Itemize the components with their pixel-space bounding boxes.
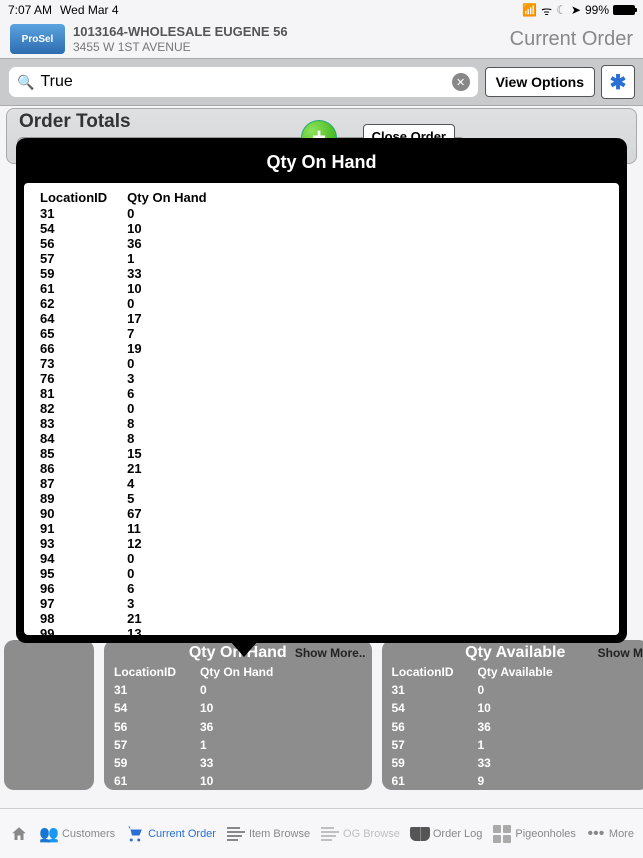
app-logo: ProSel bbox=[10, 24, 65, 54]
table-row: 816 bbox=[40, 387, 225, 400]
table-row: 9312 bbox=[40, 537, 225, 550]
table-row: 5933 bbox=[114, 755, 295, 771]
table-row: 6110 bbox=[40, 282, 225, 295]
table-row: 6110 bbox=[114, 773, 295, 789]
table-row: 848 bbox=[40, 432, 225, 445]
table-row: 730 bbox=[40, 357, 225, 370]
table-row: 5933 bbox=[392, 755, 575, 771]
table-row: 571 bbox=[114, 737, 295, 753]
star-button[interactable]: ✱ bbox=[601, 65, 635, 99]
more-icon: ••• bbox=[586, 825, 606, 843]
table-row: 5410 bbox=[40, 222, 225, 235]
tab-pigeonholes[interactable]: Pigeonholes bbox=[492, 825, 576, 843]
table-row: 310 bbox=[40, 207, 225, 220]
card-qty-on-hand[interactable]: Qty On Hand Show More.. LocationID Qty O… bbox=[104, 640, 372, 790]
search-icon: 🔍 bbox=[17, 74, 34, 91]
tab-item-browse[interactable]: Item Browse bbox=[226, 825, 310, 843]
status-bar: 7:07 AM Wed Mar 4 📶 ᯤ ☾ ➤ 99% bbox=[0, 0, 643, 20]
table-row: 874 bbox=[40, 477, 225, 490]
popover-arrow-icon bbox=[230, 641, 258, 657]
table-row: 9821 bbox=[40, 612, 225, 625]
tab-more[interactable]: •••More bbox=[586, 825, 634, 843]
qty-on-hand-modal: Qty On Hand LocationID Qty On Hand 310 54… bbox=[16, 138, 627, 643]
tab-bar: 👥Customers Current Order Item Browse OG … bbox=[0, 808, 643, 858]
table-row: 571 bbox=[392, 737, 575, 753]
table-row: 571 bbox=[40, 252, 225, 265]
table-row: 5933 bbox=[40, 267, 225, 280]
view-options-button[interactable]: View Options bbox=[485, 67, 595, 97]
order-totals-title: Order Totals bbox=[19, 111, 131, 133]
table-row: 620 bbox=[40, 297, 225, 310]
modal-body[interactable]: LocationID Qty On Hand 310 5410 5636 571 593… bbox=[24, 183, 619, 635]
table-row: 820 bbox=[40, 402, 225, 415]
table-row: 5636 bbox=[392, 719, 575, 735]
table-row: 5410 bbox=[114, 700, 295, 716]
tab-home[interactable] bbox=[9, 825, 29, 843]
table-row: 9111 bbox=[40, 522, 225, 535]
table-row: 8621 bbox=[40, 462, 225, 475]
table-row: 838 bbox=[40, 417, 225, 430]
table-row: 895 bbox=[40, 492, 225, 505]
col-location: LocationID bbox=[40, 191, 125, 205]
table-row: 940 bbox=[40, 552, 225, 565]
wifi-icon: ᯤ bbox=[541, 2, 552, 19]
signal-icon: 📶 bbox=[522, 3, 537, 17]
mini-card-left[interactable] bbox=[4, 640, 94, 790]
table-row: 6619 bbox=[40, 342, 225, 355]
customer-line1: 1013164-WHOLESALE EUGENE 56 bbox=[73, 24, 502, 40]
table-row: 9067 bbox=[40, 507, 225, 520]
table-row: 657 bbox=[40, 327, 225, 340]
table-row: 9913 bbox=[40, 627, 225, 635]
qty-table: LocationID Qty On Hand 310 5410 5636 571 593… bbox=[38, 189, 227, 635]
col-qty: Qty On Hand bbox=[127, 191, 224, 205]
battery-pct: 99% bbox=[585, 3, 609, 17]
tab-customers[interactable]: 👥Customers bbox=[39, 825, 115, 843]
table-row: 5410 bbox=[392, 700, 575, 716]
table-row: 310 bbox=[392, 682, 575, 698]
table-row: 950 bbox=[40, 567, 225, 580]
status-date: Wed Mar 4 bbox=[60, 3, 118, 17]
page-title: Current Order bbox=[510, 28, 633, 51]
show-more-onhand[interactable]: Show More.. bbox=[295, 646, 366, 660]
grid-icon bbox=[492, 825, 512, 843]
table-row: 6417 bbox=[40, 312, 225, 325]
table-row: 5636 bbox=[114, 719, 295, 735]
tab-order-log[interactable]: Order Log bbox=[410, 825, 483, 843]
customer-line2: 3455 W 1ST AVENUE bbox=[73, 40, 502, 54]
tab-current-order[interactable]: Current Order bbox=[125, 825, 216, 843]
table-row: 619 bbox=[392, 773, 575, 789]
table-row: 5636 bbox=[40, 237, 225, 250]
book-icon bbox=[410, 825, 430, 843]
moon-icon: ☾ bbox=[556, 3, 567, 17]
search-box[interactable]: 🔍 ✕ bbox=[8, 66, 479, 98]
clear-icon[interactable]: ✕ bbox=[452, 73, 470, 91]
tab-og-browse[interactable]: OG Browse bbox=[320, 825, 400, 843]
table-row: 8515 bbox=[40, 447, 225, 460]
list-icon bbox=[226, 825, 246, 843]
modal-title: Qty On Hand bbox=[24, 146, 619, 183]
location-icon: ➤ bbox=[571, 3, 581, 17]
bottom-cards: Qty On Hand Show More.. LocationID Qty O… bbox=[0, 640, 643, 790]
status-time: 7:07 AM bbox=[8, 3, 52, 17]
list-icon-2 bbox=[320, 825, 340, 843]
table-row: 973 bbox=[40, 597, 225, 610]
table-row: 310 bbox=[114, 682, 295, 698]
home-icon bbox=[9, 825, 29, 843]
battery-icon bbox=[613, 5, 635, 15]
card-qty-available[interactable]: Qty Available Show M LocationID Qty Avai… bbox=[382, 640, 643, 790]
people-icon: 👥 bbox=[39, 825, 59, 843]
table-row: 966 bbox=[40, 582, 225, 595]
search-row: 🔍 ✕ View Options ✱ bbox=[0, 58, 643, 106]
table-row: 763 bbox=[40, 372, 225, 385]
search-input[interactable] bbox=[40, 73, 451, 91]
cart-icon bbox=[125, 825, 145, 843]
show-more-avail[interactable]: Show M bbox=[598, 646, 643, 660]
header: ProSel 1013164-WHOLESALE EUGENE 56 3455 … bbox=[0, 20, 643, 58]
